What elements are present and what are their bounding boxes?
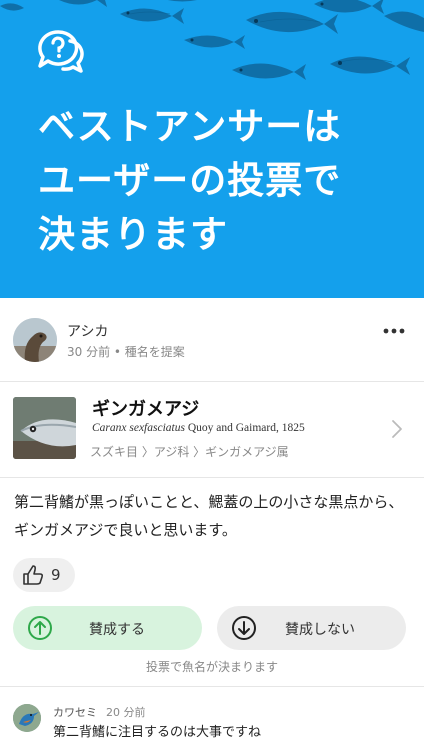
hero-title: ベストアンサーは ユーザーの投票で 決まります <box>38 100 408 262</box>
hero-banner: ベストアンサーは ユーザーの投票で 決まります <box>0 0 424 298</box>
user-name[interactable]: アシカ <box>67 321 108 341</box>
species-card[interactable]: ギンガメアジ Caranx sexfasciatus Quoy and Gaim… <box>0 382 424 476</box>
species-author: Quoy and Gaimard, 1825 <box>187 422 305 434</box>
reply-text: 第二背鰭に注目するのは大事ですね <box>53 725 262 740</box>
agree-button[interactable]: 賛成する <box>13 606 202 650</box>
hero-title-line: ベストアンサーは <box>38 105 342 148</box>
hero-title-line: 決まります <box>38 213 228 256</box>
kingfisher-avatar-image <box>13 704 41 732</box>
disagree-label: 賛成しない <box>285 622 355 638</box>
species-name: ギンガメアジ <box>92 399 200 420</box>
question-chat-icon <box>38 30 84 73</box>
species-taxonomy: スズキ目 〉アジ科 〉ギンガメアジ属 <box>90 445 289 459</box>
divider <box>0 477 424 478</box>
species-scientific-name: Caranx sexfasciatus Quoy and Gaimard, 18… <box>92 422 305 434</box>
sea-lion-avatar-image <box>13 318 57 362</box>
species-photo <box>13 397 76 459</box>
arrow-down-circle-icon <box>232 616 256 640</box>
like-button[interactable]: 9 <box>13 558 75 592</box>
hero-title-line: ユーザーの投票で <box>38 159 342 202</box>
post-header: アシカ 30 分前 • 種名を提案 <box>0 316 424 366</box>
agree-label: 賛成する <box>89 622 145 638</box>
scientific-name: Caranx sexfasciatus <box>92 422 185 434</box>
reply-user-name[interactable]: カワセミ <box>53 704 97 720</box>
more-horizontal-icon[interactable] <box>378 318 410 344</box>
thumbs-up-icon <box>23 565 44 585</box>
disagree-button[interactable]: 賛成しない <box>217 606 406 650</box>
reply-avatar[interactable] <box>13 704 41 732</box>
fish-photo-image <box>13 397 76 459</box>
arrow-up-circle-icon <box>28 616 52 640</box>
like-count: 9 <box>51 566 61 584</box>
vote-note: 投票で魚名が決まります <box>145 660 278 674</box>
reply-time: 20 分前 <box>106 706 146 719</box>
reply-item: カワセミ 20 分前 第二背鰭に注目するのは大事ですね <box>0 700 424 740</box>
chevron-right-icon <box>392 420 402 438</box>
avatar[interactable] <box>13 318 57 362</box>
post-meta: 30 分前 • 種名を提案 <box>67 345 185 359</box>
divider <box>0 686 424 687</box>
post-comment: 第二背鰭が黒っぽいことと、鰓蓋の上の小さな黒点から、ギンガメアジで良いと思います… <box>14 493 404 539</box>
